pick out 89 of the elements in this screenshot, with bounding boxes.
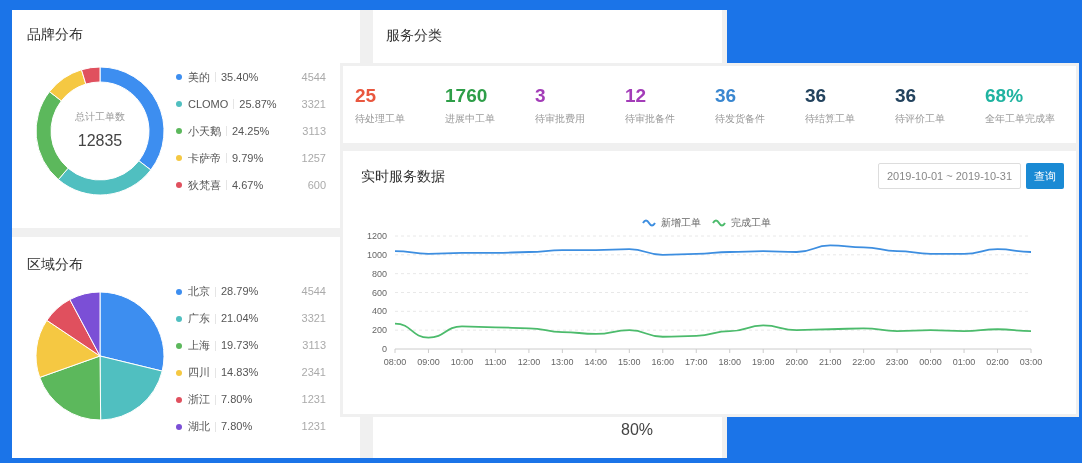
stat-label: 待结算工单 [805,111,856,126]
x-tick-label: 00:00 [919,357,942,367]
x-tick-label: 08:00 [383,357,407,367]
legend-percent: 28.79% [221,284,259,300]
x-tick-label: 14:00 [584,357,608,367]
legend-percent: 7.80% [221,419,253,435]
legend-count: 600 [307,177,326,193]
y-tick-label: 1000 [366,249,387,260]
legend-name: 狄梵喜 [188,177,221,193]
legend-name: 四川 [188,365,210,381]
x-tick-label: 21:00 [818,357,842,367]
x-tick-label: 17:00 [685,357,708,367]
stat-value: 68% [985,83,1025,108]
x-tick-label: 15:00 [618,357,641,367]
x-tick-label: 16:00 [651,357,675,367]
legend-count: 3113 [302,338,326,354]
legend-label: 新增工单 [661,217,701,228]
legend-name: 湖北 [188,419,210,435]
legend-line-icon [642,219,656,227]
card-title: 品牌分布 [27,25,84,44]
y-tick-label: 800 [371,268,387,279]
legend-percent: 4.67% [232,177,264,193]
stat-label: 待发货备件 [715,111,766,126]
legend-name: 小天鹅 [188,123,221,139]
y-tick-label: 0 [382,344,387,354]
total-value: 12835 [77,131,123,151]
y-tick-label: 400 [371,306,387,317]
card-title: 实时服务数据 [361,166,445,186]
x-tick-label: 02:00 [986,357,1009,367]
legend-percent: 9.79% [232,150,264,166]
card-title: 区域分布 [27,255,84,274]
legend-percent: 21.04% [221,311,259,327]
legend-count: 3321 [301,96,326,112]
legend-label: 完成工单 [731,217,771,228]
percent-value: 80% [621,421,654,438]
legend-count: 4544 [301,69,326,85]
legend-count: 2341 [301,365,326,381]
stat-value: 3 [535,83,547,108]
legend-name: 浙江 [188,392,210,408]
x-tick-label: 10:00 [450,357,474,367]
x-tick-label: 20:00 [785,357,808,367]
legend-count: 4544 [301,284,326,300]
legend-name: 北京 [188,284,210,300]
y-tick-label: 1200 [366,231,387,241]
stat-value: 12 [625,83,648,108]
legend-percent: 35.40% [221,69,259,85]
x-tick-label: 22:00 [852,357,875,367]
stat-value: 36 [895,83,918,108]
x-tick-label: 13:00 [551,357,574,367]
y-tick-label: 600 [371,287,387,298]
x-tick-label: 01:00 [952,357,976,367]
legend-percent: 25.87% [239,96,277,112]
x-tick-label: 23:00 [885,357,909,367]
legend-name: 卡萨帝 [188,150,221,166]
legend-count: 1231 [301,392,326,408]
x-tick-label: 12:00 [517,357,541,367]
legend-percent: 19.73% [221,338,259,354]
legend-count: 1231 [301,419,326,435]
x-tick-label: 09:00 [417,357,440,367]
stat-value: 36 [715,83,738,108]
legend-name: CLOMO [188,96,229,112]
legend-percent: 24.25% [232,123,270,139]
legend-name: 广东 [188,311,210,327]
date-range-field[interactable]: 2019-10-01 ~ 2019-10-31 [877,163,1021,189]
x-tick-label: 18:00 [718,357,741,367]
x-tick-label: 19:00 [751,357,775,367]
y-tick-label: 200 [371,325,387,336]
stat-label: 待评价工单 [895,111,946,126]
legend-line-icon [712,219,726,227]
legend-percent: 14.83% [221,365,259,381]
stat-label: 待处理工单 [355,111,406,126]
stat-value: 1760 [445,83,489,108]
legend-name: 上海 [188,338,210,354]
stat-label: 待审批备件 [625,111,676,126]
legend-percent: 7.80% [221,392,253,408]
x-tick-label: 11:00 [484,357,507,367]
stat-label: 待审批费用 [535,111,586,126]
card-title: 服务分类 [386,26,443,45]
query-button[interactable]: 查询 [1026,163,1064,189]
legend-count: 3113 [302,123,326,139]
legend-name: 美的 [188,69,210,85]
stat-value: 25 [355,83,378,108]
total-label: 总计工单数 [75,110,125,124]
stat-value: 36 [805,83,828,108]
stat-label: 全年工单完成率 [985,111,1056,126]
legend-count: 3321 [301,311,326,327]
legend-count: 1257 [301,150,326,166]
x-tick-label: 03:00 [1019,357,1043,367]
stat-label: 进展中工单 [445,111,496,126]
